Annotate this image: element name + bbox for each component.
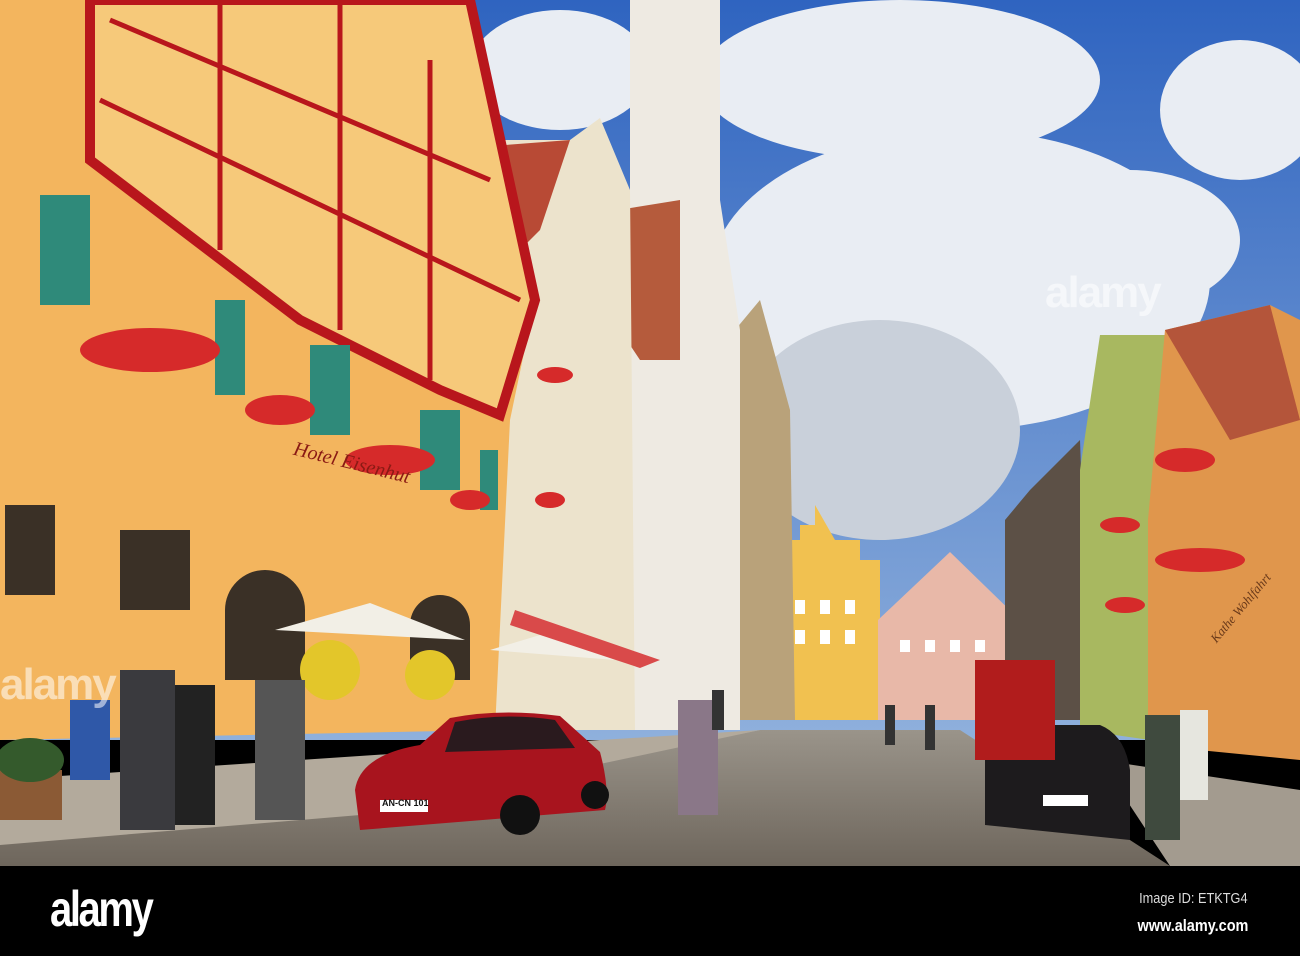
footer-bar: alamy Image ID: ETKTG4 www.alamy.com xyxy=(0,866,1300,956)
watermark-right: alamy xyxy=(1045,268,1162,317)
photo-scene: Hotel Eisenhut Kathe Wohlfahrt AN-CN 101… xyxy=(0,0,1300,956)
watermark-left: alamy xyxy=(0,660,117,709)
red-tram-vehicle xyxy=(975,660,1055,760)
street-photo xyxy=(0,0,1300,866)
image-id: Image ID: ETKTG4 xyxy=(1139,890,1248,907)
license-plate: AN-CN 101 xyxy=(382,798,429,808)
alamy-logo: alamy xyxy=(50,881,154,937)
site-url: www.alamy.com xyxy=(1137,916,1248,935)
